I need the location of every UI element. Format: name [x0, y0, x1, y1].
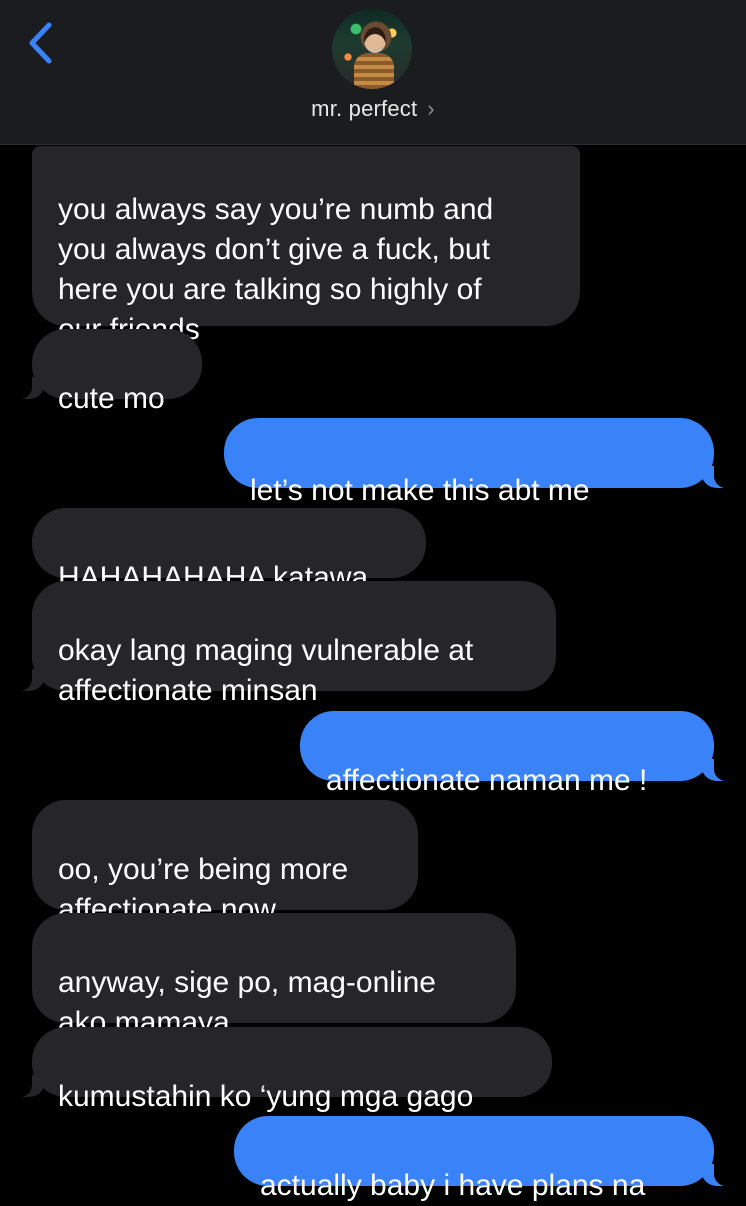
chevron-left-icon — [29, 22, 52, 64]
back-button[interactable] — [18, 18, 62, 68]
avatar-torso — [354, 53, 394, 89]
contact-name: mr. perfect — [311, 96, 418, 121]
message-text: kumustahin ko ‘yung mga gago — [58, 1080, 474, 1113]
message-outgoing[interactable]: affectionate naman me ! — [300, 711, 736, 797]
message-text: okay lang maging vulnerable at affection… — [58, 634, 474, 707]
message-incoming[interactable]: okay lang maging vulnerable at affection… — [10, 581, 556, 707]
conversation-header: mr. perfect › — [0, 0, 746, 145]
chevron-right-icon: › — [427, 96, 435, 121]
message-incoming[interactable]: anyway, sige po, mag-online ako mamaya — [32, 913, 516, 1039]
message-incoming[interactable]: cute mo — [10, 329, 202, 415]
contact-name-button[interactable]: mr. perfect › — [0, 96, 746, 122]
message-text: cute mo — [58, 382, 165, 415]
message-text: let’s not make this abt me — [250, 474, 590, 507]
message-incoming[interactable]: oo, you’re being more affectionate now — [32, 800, 418, 926]
message-incoming[interactable]: kumustahin ko ‘yung mga gago — [10, 1027, 552, 1113]
message-text: affectionate naman me ! — [326, 764, 648, 797]
avatar-head — [364, 27, 386, 53]
message-incoming[interactable]: HAHAHAHAHA katawa — [32, 508, 426, 594]
message-outgoing[interactable]: let’s not make this abt me — [224, 418, 736, 545]
message-outgoing[interactable]: actually baby i have plans na — [234, 1116, 736, 1202]
message-text: you always say you’re numb and you alway… — [58, 193, 494, 346]
message-text: actually baby i have plans na — [260, 1169, 646, 1202]
contact-avatar[interactable] — [332, 9, 412, 89]
message-incoming[interactable]: you always say you’re numb and you alway… — [32, 146, 580, 346]
